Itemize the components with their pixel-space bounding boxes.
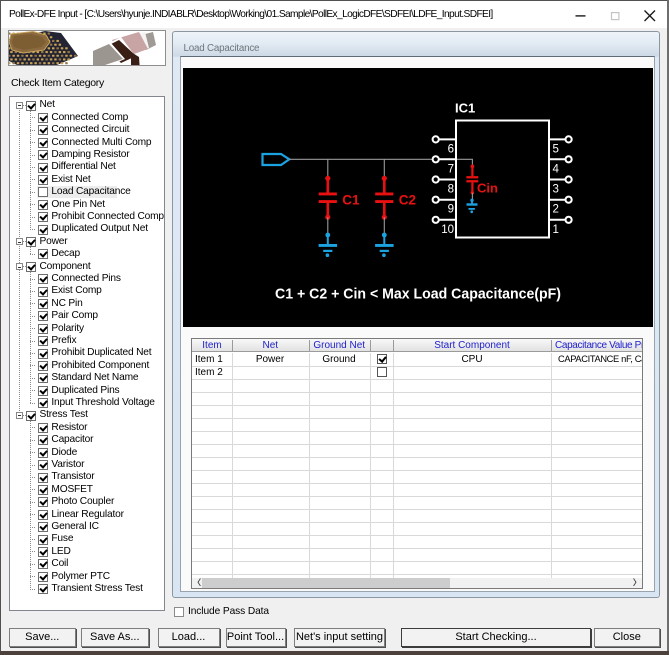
svg-text:C1: C1 bbox=[342, 192, 360, 207]
svg-text:C2: C2 bbox=[398, 192, 415, 207]
svg-text:9: 9 bbox=[447, 203, 453, 215]
svg-text:1: 1 bbox=[552, 223, 558, 235]
svg-text:6: 6 bbox=[447, 143, 453, 155]
svg-text:2: 2 bbox=[552, 203, 558, 215]
svg-text:4: 4 bbox=[552, 163, 559, 175]
svg-text:7: 7 bbox=[447, 163, 453, 175]
svg-text:Cin: Cin bbox=[477, 180, 498, 195]
svg-text:10: 10 bbox=[441, 223, 454, 235]
svg-text:8: 8 bbox=[447, 183, 453, 195]
svg-text:IC1: IC1 bbox=[455, 100, 475, 115]
svg-text:C1 + C2 + Cin < Max Load Capac: C1 + C2 + Cin < Max Load Capacitance(pF) bbox=[275, 285, 561, 302]
svg-text:5: 5 bbox=[552, 143, 558, 155]
svg-text:3: 3 bbox=[552, 183, 558, 195]
